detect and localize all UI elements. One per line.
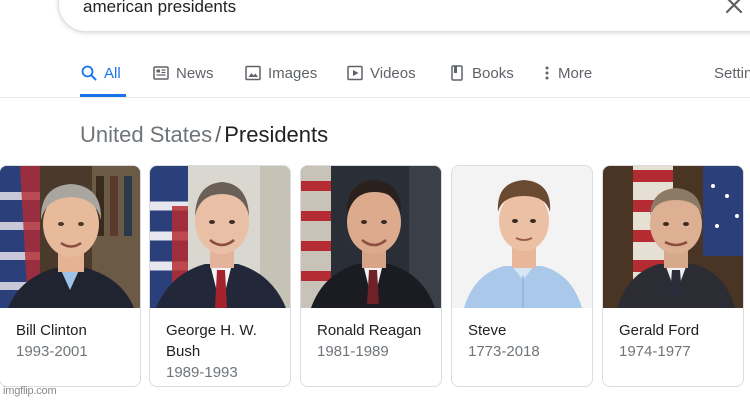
tab-images[interactable]: Images [244, 62, 317, 84]
clinton-photo [0, 166, 140, 308]
tab-news-label: News [176, 64, 214, 82]
tab-more-label: More [558, 64, 593, 82]
play-icon [347, 65, 363, 81]
tab-all-label: All [104, 64, 121, 82]
bush-photo [150, 166, 290, 308]
news-icon [153, 66, 169, 80]
tab-videos-label: Videos [370, 64, 416, 82]
tabs-divider [0, 97, 750, 98]
search-icon [81, 65, 97, 81]
card-name: Steve [468, 322, 507, 339]
breadcrumb: United States / Presidents [80, 122, 328, 148]
close-icon[interactable] [723, 0, 745, 16]
book-icon [451, 65, 463, 81]
result-card-clinton[interactable]: Bill Clinton 1993-2001 [0, 165, 141, 387]
result-card-steve[interactable]: Steve 1773-2018 [451, 165, 593, 387]
card-name: Gerald Ford [619, 322, 700, 339]
card-years: 1974-1977 [619, 343, 691, 360]
result-card-bush[interactable]: George H. W. Bush 1989-1993 [149, 165, 291, 387]
tab-settings[interactable]: Settings [714, 62, 750, 84]
image-icon [245, 65, 261, 81]
more-vert-icon [545, 66, 549, 80]
tab-more[interactable]: More [542, 62, 592, 84]
card-name: Bill Clinton [16, 322, 87, 339]
tab-images-label: Images [268, 64, 318, 82]
tab-books-label: Books [472, 64, 514, 82]
card-years: 1773-2018 [468, 343, 540, 360]
tab-books[interactable]: Books [448, 62, 514, 84]
card-years: 1989-1993 [166, 364, 238, 381]
result-card-ford[interactable]: Gerald Ford 1974-1977 [602, 165, 744, 387]
tab-all[interactable]: All [80, 62, 121, 84]
imgflip-watermark: imgflip.com [3, 385, 57, 397]
result-card-reagan[interactable]: Ronald Reagan 1981-1989 [300, 165, 442, 387]
search-box[interactable] [58, 0, 750, 32]
tab-settings-label: Settings [714, 64, 750, 82]
steve-photo [452, 166, 592, 308]
search-input[interactable] [83, 0, 663, 17]
breadcrumb-parent[interactable]: United States [80, 122, 212, 147]
card-name: George H. W. Bush [166, 322, 257, 360]
card-years: 1981-1989 [317, 343, 389, 360]
card-years: 1993-2001 [16, 343, 88, 360]
ford-photo [603, 166, 743, 308]
breadcrumb-current: Presidents [224, 122, 329, 147]
tab-videos[interactable]: Videos [346, 62, 416, 84]
tab-news[interactable]: News [152, 62, 214, 84]
breadcrumb-separator: / [215, 122, 222, 147]
card-name: Ronald Reagan [317, 322, 422, 339]
reagan-photo [301, 166, 441, 308]
